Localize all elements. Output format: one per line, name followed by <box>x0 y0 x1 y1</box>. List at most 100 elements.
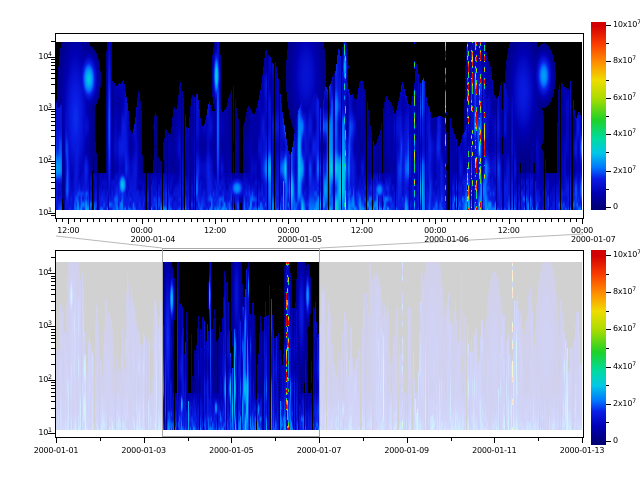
x-axis-tick <box>184 219 185 222</box>
y-axis-tick <box>51 392 55 393</box>
x-tick-label: 2000-01-07 <box>289 446 349 455</box>
x-axis-tick <box>429 219 430 222</box>
x-axis-tick <box>215 219 216 224</box>
x-axis-tick <box>307 219 308 222</box>
colorbar-tick <box>606 98 611 99</box>
x-axis-tick <box>363 438 364 441</box>
y-axis-tick <box>51 197 55 198</box>
x-tick-label: 12:00 <box>197 226 233 235</box>
x-axis-tick <box>447 219 448 222</box>
y-axis-tick <box>51 354 55 355</box>
y-tick-label: 102 <box>28 375 52 385</box>
x-tick-label: 00:00 <box>564 226 600 235</box>
colorbar-tick <box>606 61 611 62</box>
colorbar-tick-label: 4x107 <box>613 362 636 372</box>
y-tick-label: 103 <box>28 321 52 331</box>
colorbar-tick <box>606 292 611 293</box>
y-axis-tick <box>51 93 55 94</box>
x-axis-tick <box>231 438 232 443</box>
colorbar-minor-tick <box>606 422 609 423</box>
y-axis-tick <box>51 84 55 85</box>
x-axis-tick <box>392 219 393 222</box>
colorbar-tick-label: 0 <box>613 202 618 211</box>
x-axis-tick <box>209 219 210 222</box>
x-axis-tick <box>239 219 240 222</box>
x-axis-tick <box>319 438 320 443</box>
colorbar-tick-label: 10x107 <box>613 20 640 30</box>
x-axis-tick <box>160 219 161 222</box>
x-axis-tick <box>221 219 222 222</box>
x-axis-tick <box>533 219 534 222</box>
x-date-label: 2000-01-04 <box>131 235 176 244</box>
colorbar-tick-label: 8x107 <box>613 56 636 66</box>
y-tick-label: 101 <box>28 428 52 438</box>
x-axis-tick <box>576 219 577 222</box>
x-axis-tick <box>466 219 467 222</box>
zoom-spectrogram-plot[interactable] <box>56 42 582 210</box>
y-tick-label: 101 <box>28 208 52 218</box>
x-axis-tick <box>74 219 75 222</box>
zoom-selection-box[interactable] <box>162 248 320 437</box>
x-axis-tick <box>472 219 473 222</box>
x-axis-tick <box>417 219 418 222</box>
y-tick-label: 104 <box>28 52 52 62</box>
x-axis-tick <box>80 219 81 222</box>
x-axis-tick <box>582 219 583 224</box>
x-axis-tick <box>197 219 198 222</box>
y-axis-tick <box>51 177 55 178</box>
x-axis-tick <box>123 219 124 222</box>
y-axis-tick <box>51 294 55 295</box>
colorbar-tick-label: 10x107 <box>613 250 640 260</box>
x-axis-tick <box>331 219 332 222</box>
colorbar-tick-label: 4x107 <box>613 129 636 139</box>
x-axis-tick <box>87 219 88 222</box>
colorbar-minor-tick <box>606 152 609 153</box>
y-axis-tick <box>51 364 55 365</box>
x-axis-tick <box>252 219 253 222</box>
x-axis-tick <box>203 219 204 222</box>
y-axis-tick <box>51 385 55 386</box>
x-axis-tick <box>246 219 247 222</box>
x-tick-label: 2000-01-13 <box>552 446 612 455</box>
y-axis-tick <box>51 65 55 66</box>
x-axis-tick <box>270 219 271 222</box>
y-axis-tick <box>51 289 55 290</box>
x-axis-tick <box>105 219 106 222</box>
x-axis-tick <box>275 438 276 441</box>
y-axis-tick <box>51 278 55 279</box>
y-axis-tick <box>51 117 55 118</box>
x-tick-label: 2000-01-01 <box>26 446 86 455</box>
y-axis-tick <box>51 396 55 397</box>
x-axis-tick <box>136 219 137 222</box>
y-axis-tick <box>51 145 55 146</box>
x-axis-tick <box>502 219 503 222</box>
x-axis-tick <box>148 219 149 222</box>
x-axis-tick <box>172 219 173 222</box>
y-axis-tick <box>51 417 55 418</box>
x-axis-tick <box>386 219 387 222</box>
colorbar-tick-label: 8x107 <box>613 287 636 297</box>
x-axis-tick <box>276 219 277 222</box>
x-axis-tick <box>264 219 265 222</box>
colorbar-tick-label: 0 <box>613 436 618 445</box>
x-axis-tick <box>188 438 189 441</box>
x-axis-tick <box>356 219 357 222</box>
y-axis-tick <box>51 338 55 339</box>
colorbar-tick <box>606 404 611 405</box>
x-axis-tick <box>178 219 179 222</box>
colorbar-tick-label: 6x107 <box>613 324 636 334</box>
x-axis-tick <box>295 219 296 222</box>
x-date-label: 2000-01-06 <box>424 235 469 244</box>
y-axis-tick <box>51 121 55 122</box>
colorbar-tick <box>606 207 611 208</box>
x-axis-tick <box>288 219 289 224</box>
x-axis-tick <box>166 219 167 222</box>
x-tick-label: 2000-01-03 <box>114 446 174 455</box>
x-axis-tick <box>484 219 485 222</box>
y-axis-tick <box>51 136 55 137</box>
y-axis-tick <box>51 332 55 333</box>
y-tick-label: 102 <box>28 156 52 166</box>
x-axis-tick <box>343 219 344 222</box>
x-axis-tick <box>68 219 69 224</box>
x-axis-tick <box>111 219 112 222</box>
